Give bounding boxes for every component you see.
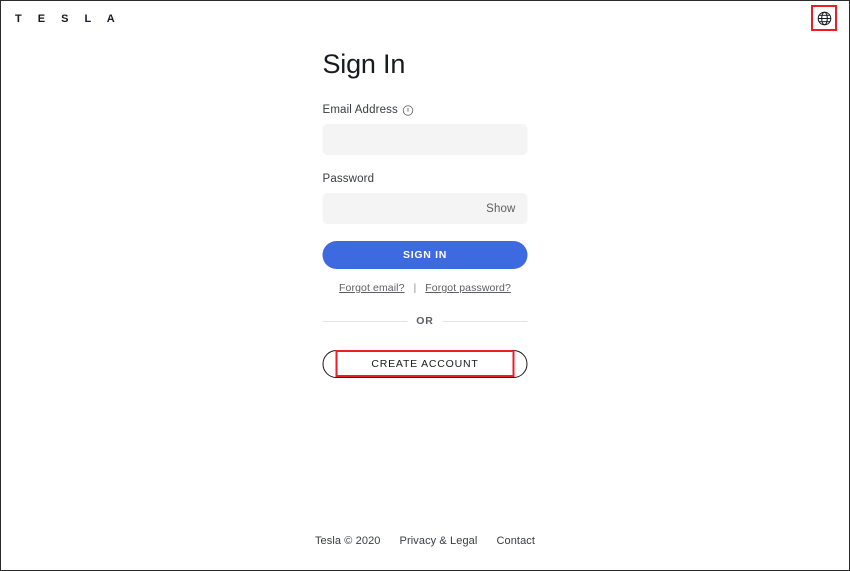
create-account-wrap: CREATE ACCOUNT xyxy=(322,350,528,378)
password-label: Password xyxy=(322,173,375,185)
tesla-logo[interactable]: T E S L A xyxy=(15,12,121,25)
divider-label: OR xyxy=(416,315,434,327)
browser-viewport: T E S L A Sign In Email Address Password… xyxy=(0,0,850,571)
forgot-email-link[interactable]: Forgot email? xyxy=(339,282,405,294)
auxiliary-links: Forgot email? | Forgot password? xyxy=(323,282,528,294)
email-input-shell xyxy=(322,124,528,155)
divider-line-right xyxy=(442,320,528,322)
forgot-password-link[interactable]: Forgot password? xyxy=(425,282,511,294)
sign-in-button[interactable]: SIGN IN xyxy=(322,241,528,269)
page-footer: Tesla © 2020 Privacy & Legal Contact xyxy=(1,535,849,547)
footer-contact-link[interactable]: Contact xyxy=(496,535,535,547)
signin-form: Sign In Email Address Password Show SIGN… xyxy=(322,47,528,378)
globe-icon xyxy=(817,11,832,26)
footer-copyright: Tesla © 2020 xyxy=(314,535,381,547)
language-selector xyxy=(811,5,837,31)
password-label-row: Password xyxy=(323,172,528,186)
page-header: T E S L A xyxy=(1,1,849,35)
or-divider: OR xyxy=(322,315,528,327)
page-title: Sign In xyxy=(322,49,406,79)
info-circle-icon[interactable] xyxy=(403,104,414,116)
link-separator: | xyxy=(413,282,417,294)
email-label: Email Address xyxy=(322,104,398,116)
email-label-row: Email Address xyxy=(323,103,528,117)
create-account-button[interactable]: CREATE ACCOUNT xyxy=(322,350,528,378)
footer-privacy-link[interactable]: Privacy & Legal xyxy=(400,535,478,547)
language-globe-button[interactable] xyxy=(816,10,833,27)
divider-line-left xyxy=(322,320,408,322)
password-input-shell: Show xyxy=(322,193,528,224)
email-input[interactable] xyxy=(322,124,528,155)
email-field-block: Email Address xyxy=(322,103,528,155)
show-password-toggle[interactable]: Show xyxy=(486,203,515,215)
password-field-block: Password Show xyxy=(322,172,528,224)
